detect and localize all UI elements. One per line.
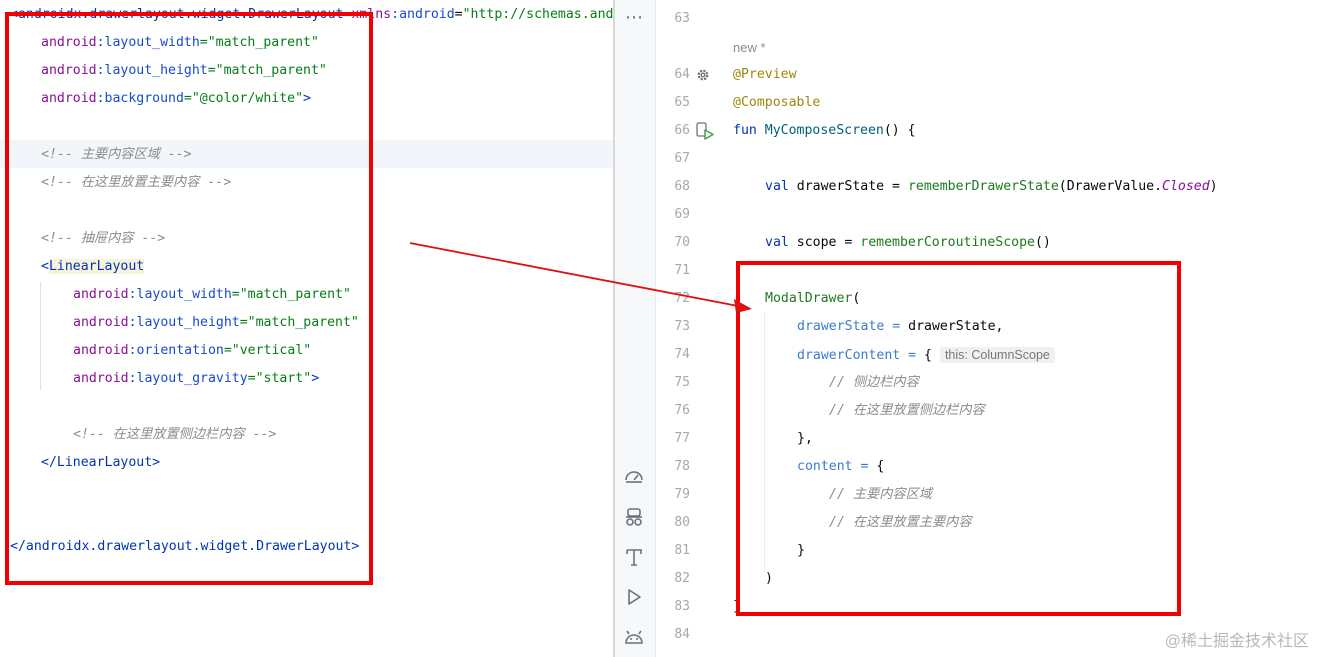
- watermark: @稀土掘金技术社区: [1164, 633, 1309, 650]
- annotation-arrow: [409, 242, 752, 313]
- arrow-line: [409, 242, 739, 307]
- arrow-head: [734, 299, 752, 313]
